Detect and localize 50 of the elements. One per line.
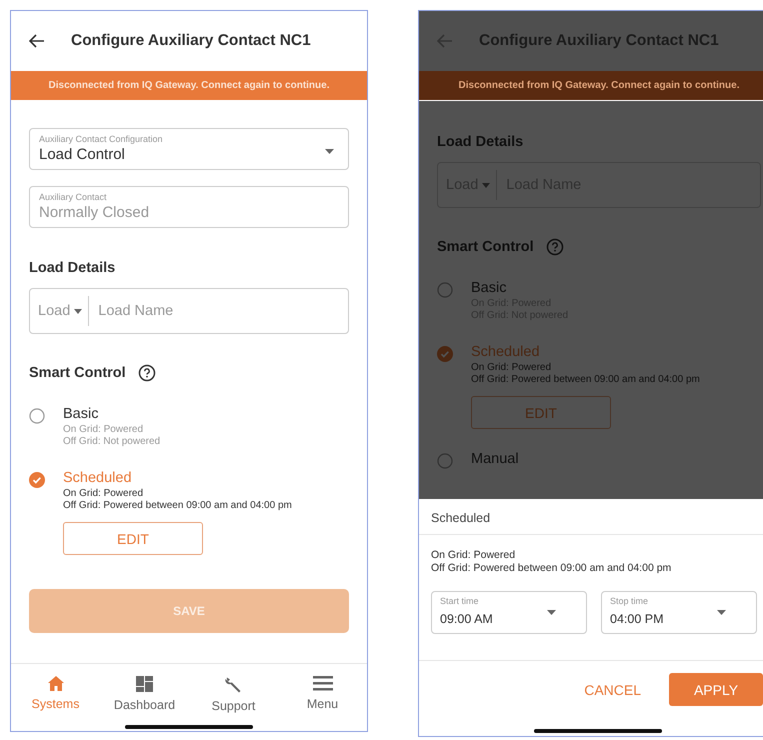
- option-description: Off Grid: Not powered: [63, 436, 160, 448]
- wrench-icon: [225, 676, 242, 693]
- radio-icon[interactable]: [437, 282, 453, 298]
- option-label[interactable]: Manual: [471, 451, 519, 467]
- time-dropdown[interactable]: Stop time 04:00 PM: [601, 591, 757, 634]
- option-label[interactable]: Basic: [63, 406, 160, 422]
- option-description: On Grid: Powered: [63, 424, 144, 436]
- caret-icon: [547, 610, 556, 615]
- edit-button[interactable]: EDIT: [63, 522, 203, 555]
- load-type-dropdown[interactable]: Load: [30, 296, 90, 326]
- disconnected-banner: Disconnected from IQ Gateway. Connect again to continue.: [419, 71, 763, 100]
- menu-icon: [312, 676, 332, 691]
- radio-checked-icon[interactable]: [437, 346, 453, 362]
- help-icon[interactable]: [138, 364, 156, 382]
- cancel-button[interactable]: CANCEL: [570, 673, 655, 706]
- caret-icon: [482, 182, 490, 188]
- section-heading: Smart Control: [437, 239, 534, 255]
- nav-tab[interactable]: Menu: [282, 676, 362, 713]
- section-heading: Load Details: [437, 134, 524, 150]
- option-description: On Grid: Powered: [471, 362, 552, 374]
- nav-tab[interactable]: Support: [194, 676, 274, 713]
- nav-tab[interactable]: Systems: [16, 676, 96, 713]
- option-label[interactable]: Scheduled: [471, 344, 700, 360]
- schedule-description: Off Grid: Powered between 09:00 am and 04:00 pm: [431, 562, 672, 575]
- screen-title: Configure Auxiliary Contact NC1: [71, 32, 311, 50]
- dashboard-icon: [136, 676, 153, 692]
- configuration-dropdown[interactable]: Auxiliary Contact Configuration Load Control: [29, 128, 349, 170]
- disconnected-banner: Disconnected from IQ Gateway. Connect again to continue.: [11, 71, 367, 100]
- edit-button[interactable]: EDIT: [471, 396, 611, 429]
- caret-icon: [74, 308, 82, 314]
- option-label[interactable]: Basic: [471, 280, 568, 296]
- time-dropdown[interactable]: Start time 09:00 AM: [431, 591, 587, 634]
- caret-icon: [325, 149, 334, 154]
- sheet-title: Scheduled: [419, 499, 763, 535]
- caret-icon: [717, 610, 726, 615]
- option-label[interactable]: Scheduled: [63, 470, 292, 486]
- nav-tab[interactable]: Dashboard: [104, 676, 184, 713]
- radio-checked-icon[interactable]: [29, 472, 45, 488]
- option-description: On Grid: Powered: [63, 488, 144, 500]
- back-arrow-icon[interactable]: [29, 34, 45, 48]
- option-description: Off Grid: Powered between 09:00 am and 04:00 pm: [471, 374, 700, 386]
- schedule-description: On Grid: Powered: [431, 549, 516, 562]
- section-heading: Load Details: [29, 260, 116, 276]
- radio-icon[interactable]: [437, 453, 453, 469]
- section-heading: Smart Control: [29, 365, 126, 381]
- load-name-field[interactable]: Load Load Name: [29, 288, 349, 334]
- radio-icon[interactable]: [29, 408, 45, 424]
- home-icon: [48, 676, 64, 691]
- apply-button[interactable]: APPLY: [669, 673, 763, 706]
- option-description: Off Grid: Powered between 09:00 am and 04:00 pm: [63, 500, 292, 512]
